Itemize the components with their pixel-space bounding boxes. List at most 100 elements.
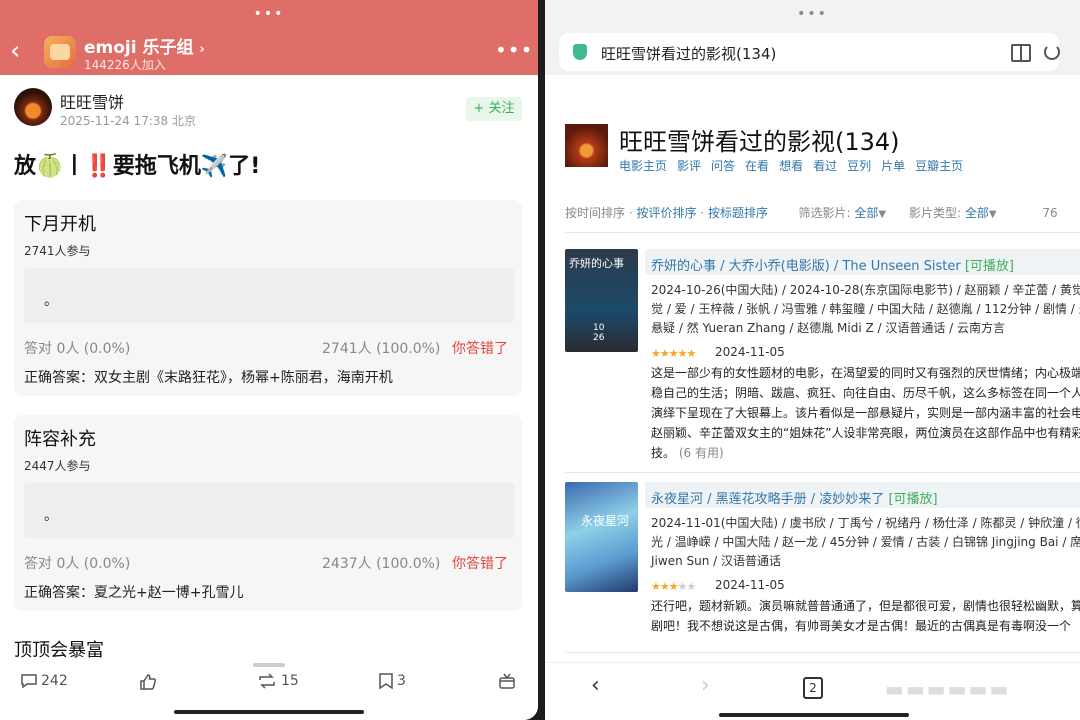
post-title-main: 要拖飞机✈️了!: [112, 154, 261, 179]
back-arrow-icon[interactable]: ‹: [591, 673, 600, 698]
comment-button[interactable]: 242: [20, 672, 68, 690]
quiz-correct-answer: 正确答案：双女主剧《末路狂花》，杨幂+陈丽君，海南开机: [24, 370, 393, 386]
quiz-title: 阵容补充: [24, 429, 96, 450]
useful-count[interactable]: (6 有用): [679, 446, 724, 460]
poster-title: 乔妍的心事: [569, 257, 624, 270]
post-title-prefix: 放🍈丨: [14, 154, 86, 179]
home-indicator[interactable]: [174, 710, 364, 714]
movie-item: 乔妍的心事 10 26 乔妍的心事 / 大乔小乔(电影版) / The Unse…: [565, 249, 1080, 464]
left-app-pane: ••• ‹ emoji 乐子组 › 144226人加入 ••• 旺旺雪饼 202…: [0, 0, 538, 720]
group-member-count: 144226人加入: [84, 58, 166, 72]
repost-count: 15: [281, 673, 299, 689]
type-dropdown[interactable]: 全部: [965, 206, 989, 220]
movie-title-text[interactable]: 乔妍的心事 / 大乔小乔(电影版) / The Unseen Sister: [651, 259, 961, 274]
favorite-count: 3: [397, 673, 406, 689]
quiz-participants: 2447人参与: [24, 459, 91, 473]
browser-toolbar: ••• 旺旺雪饼看过的影视(134): [545, 0, 1080, 75]
back-arrow-icon[interactable]: ‹: [10, 38, 20, 64]
quiz-title: 下月开机: [24, 214, 96, 235]
post-title: 放🍈丨‼️要拖飞机✈️了!: [14, 148, 260, 180]
sort-by-time[interactable]: 按时间排序: [565, 206, 625, 220]
next-quiz-title: 顶顶会暴富: [14, 640, 104, 661]
movie-title-text[interactable]: 永夜星河 / 黑莲花攻略手册 / 凌妙妙来了: [651, 492, 884, 507]
reload-icon[interactable]: [1044, 44, 1060, 60]
right-browser-pane: ••• 旺旺雪饼看过的影视(134) 旺旺雪饼看过的影视(134) 电影主页 影评…: [545, 0, 1080, 720]
movie-title[interactable]: 乔妍的心事 / 大乔小乔(电影版) / The Unseen Sister [可…: [651, 255, 1014, 274]
review-text: 还行吧，题材新颖。演员嘛就普普通通了，但是都很可爱，剧情也很轻松幽默，算是皂剧吧…: [651, 599, 1080, 633]
nav-wish[interactable]: 想看: [779, 159, 803, 173]
filter-dropdown[interactable]: 全部: [854, 206, 878, 220]
quiz-answer-option[interactable]: [24, 268, 514, 323]
bookmark-icon: [379, 673, 393, 690]
profile-avatar[interactable]: [565, 124, 608, 167]
result-count: 76: [1042, 206, 1058, 220]
nav-watching[interactable]: 在看: [745, 159, 769, 173]
quiz-answer-option[interactable]: [24, 483, 514, 538]
sort-by-title[interactable]: 按标题排序: [708, 206, 768, 220]
sort-bar: 按时间排序 · 按评价排序 · 按标题排序 筛选影片: 全部▼ 影片类型: 全部…: [565, 206, 1058, 220]
quiz-result: 你答错了: [452, 341, 508, 357]
quiz-result: 你答错了: [452, 556, 508, 572]
menu-icon[interactable]: ▬▬▬▬▬▬: [885, 677, 1010, 701]
author-avatar[interactable]: [14, 88, 52, 126]
quiz-correct-answer: 正确答案：夏之光+赵一博+孔雪儿: [24, 585, 244, 601]
nav-douban-home[interactable]: 豆瓣主页: [915, 159, 963, 173]
gift-button[interactable]: [498, 672, 516, 690]
profile-nav: 电影主页 影评 问答 在看 想看 看过 豆列 片单 豆瓣主页: [619, 157, 973, 174]
window-handle-dots[interactable]: •••: [797, 7, 828, 21]
nav-reviews[interactable]: 影评: [677, 159, 701, 173]
group-avatar[interactable]: [44, 36, 76, 68]
more-options-icon[interactable]: •••: [495, 38, 533, 62]
shield-icon: [573, 44, 587, 60]
review-text: 这是一部少有的女性题材的电影，在渴望爱的同时又有强烈的厌世情绪；内心极端的平稳自…: [651, 363, 1080, 463]
window-handle-dots[interactable]: •••: [254, 7, 285, 21]
quiz-correct-stat: 答对 0人 (0.0%): [24, 341, 131, 357]
tabs-button[interactable]: 2: [803, 677, 823, 699]
quiz-participants: 2741人参与: [24, 244, 91, 258]
like-button[interactable]: [138, 672, 158, 692]
movie-title[interactable]: 永夜星河 / 黑莲花攻略手册 / 凌妙妙来了 [可播放]: [651, 488, 938, 507]
group-header: ••• ‹ emoji 乐子组 › 144226人加入 •••: [0, 0, 538, 75]
comment-icon: [21, 674, 37, 689]
scroll-handle[interactable]: [253, 663, 285, 667]
page-title: 旺旺雪饼看过的影视(134): [619, 128, 900, 156]
nav-watched[interactable]: 看过: [813, 159, 837, 173]
nav-doulist[interactable]: 豆列: [847, 159, 871, 173]
post-meta: 2025-11-24 17:38 北京: [60, 112, 196, 129]
quiz-answer-text: 。: [44, 293, 58, 309]
playable-badge[interactable]: [可播放]: [888, 492, 937, 507]
type-label: 影片类型:: [908, 206, 961, 220]
gift-icon: [499, 673, 515, 689]
nav-qa[interactable]: 问答: [711, 159, 735, 173]
rating-stars: ★★★★★: [651, 347, 696, 360]
caret-down-icon: ▼: [988, 209, 997, 220]
author-name[interactable]: 旺旺雪饼: [60, 89, 124, 113]
playable-badge[interactable]: [可播放]: [965, 259, 1014, 274]
sort-by-rating[interactable]: 按评价排序: [636, 206, 696, 220]
post-title-mark: ‼️: [85, 154, 113, 179]
address-bar[interactable]: 旺旺雪饼看过的影视(134): [559, 33, 1060, 71]
rating-date: 2024-11-05: [715, 578, 785, 592]
poster-title: 永夜星河: [581, 514, 630, 528]
movie-item: 永夜星河 永夜星河 / 黑莲花攻略手册 / 凌妙妙来了 [可播放] 2024-1…: [565, 482, 1080, 652]
comment-count: 242: [41, 673, 68, 689]
browser-bottom-bar: ‹ › 2 ▬▬▬▬▬▬: [545, 662, 1080, 720]
caret-down-icon: ▼: [878, 209, 887, 220]
post-location: 北京: [171, 114, 196, 128]
nav-movie-home[interactable]: 电影主页: [619, 159, 667, 173]
repost-button[interactable]: 15: [256, 672, 299, 690]
movie-info: 2024-11-01(中国大陆) / 虞书欣 / 丁禹兮 / 祝绪丹 / 杨仕泽…: [651, 516, 1080, 568]
rating-stars: ★★★★★: [651, 580, 696, 593]
nav-playlist[interactable]: 片单: [881, 159, 905, 173]
rating-date: 2024-11-05: [715, 345, 785, 359]
movie-poster[interactable]: 乔妍的心事 10 26: [565, 249, 638, 352]
chevron-right-icon: ›: [199, 42, 205, 57]
reader-mode-icon[interactable]: [1011, 44, 1031, 62]
home-indicator[interactable]: [719, 713, 909, 717]
follow-button[interactable]: + 关注: [466, 97, 522, 121]
movie-poster[interactable]: 永夜星河: [565, 482, 638, 592]
forward-arrow-icon[interactable]: ›: [701, 673, 710, 698]
quiz-correct-stat: 答对 0人 (0.0%): [24, 556, 131, 572]
favorite-button[interactable]: 3: [378, 672, 406, 690]
group-name[interactable]: emoji 乐子组 ›: [84, 33, 205, 58]
